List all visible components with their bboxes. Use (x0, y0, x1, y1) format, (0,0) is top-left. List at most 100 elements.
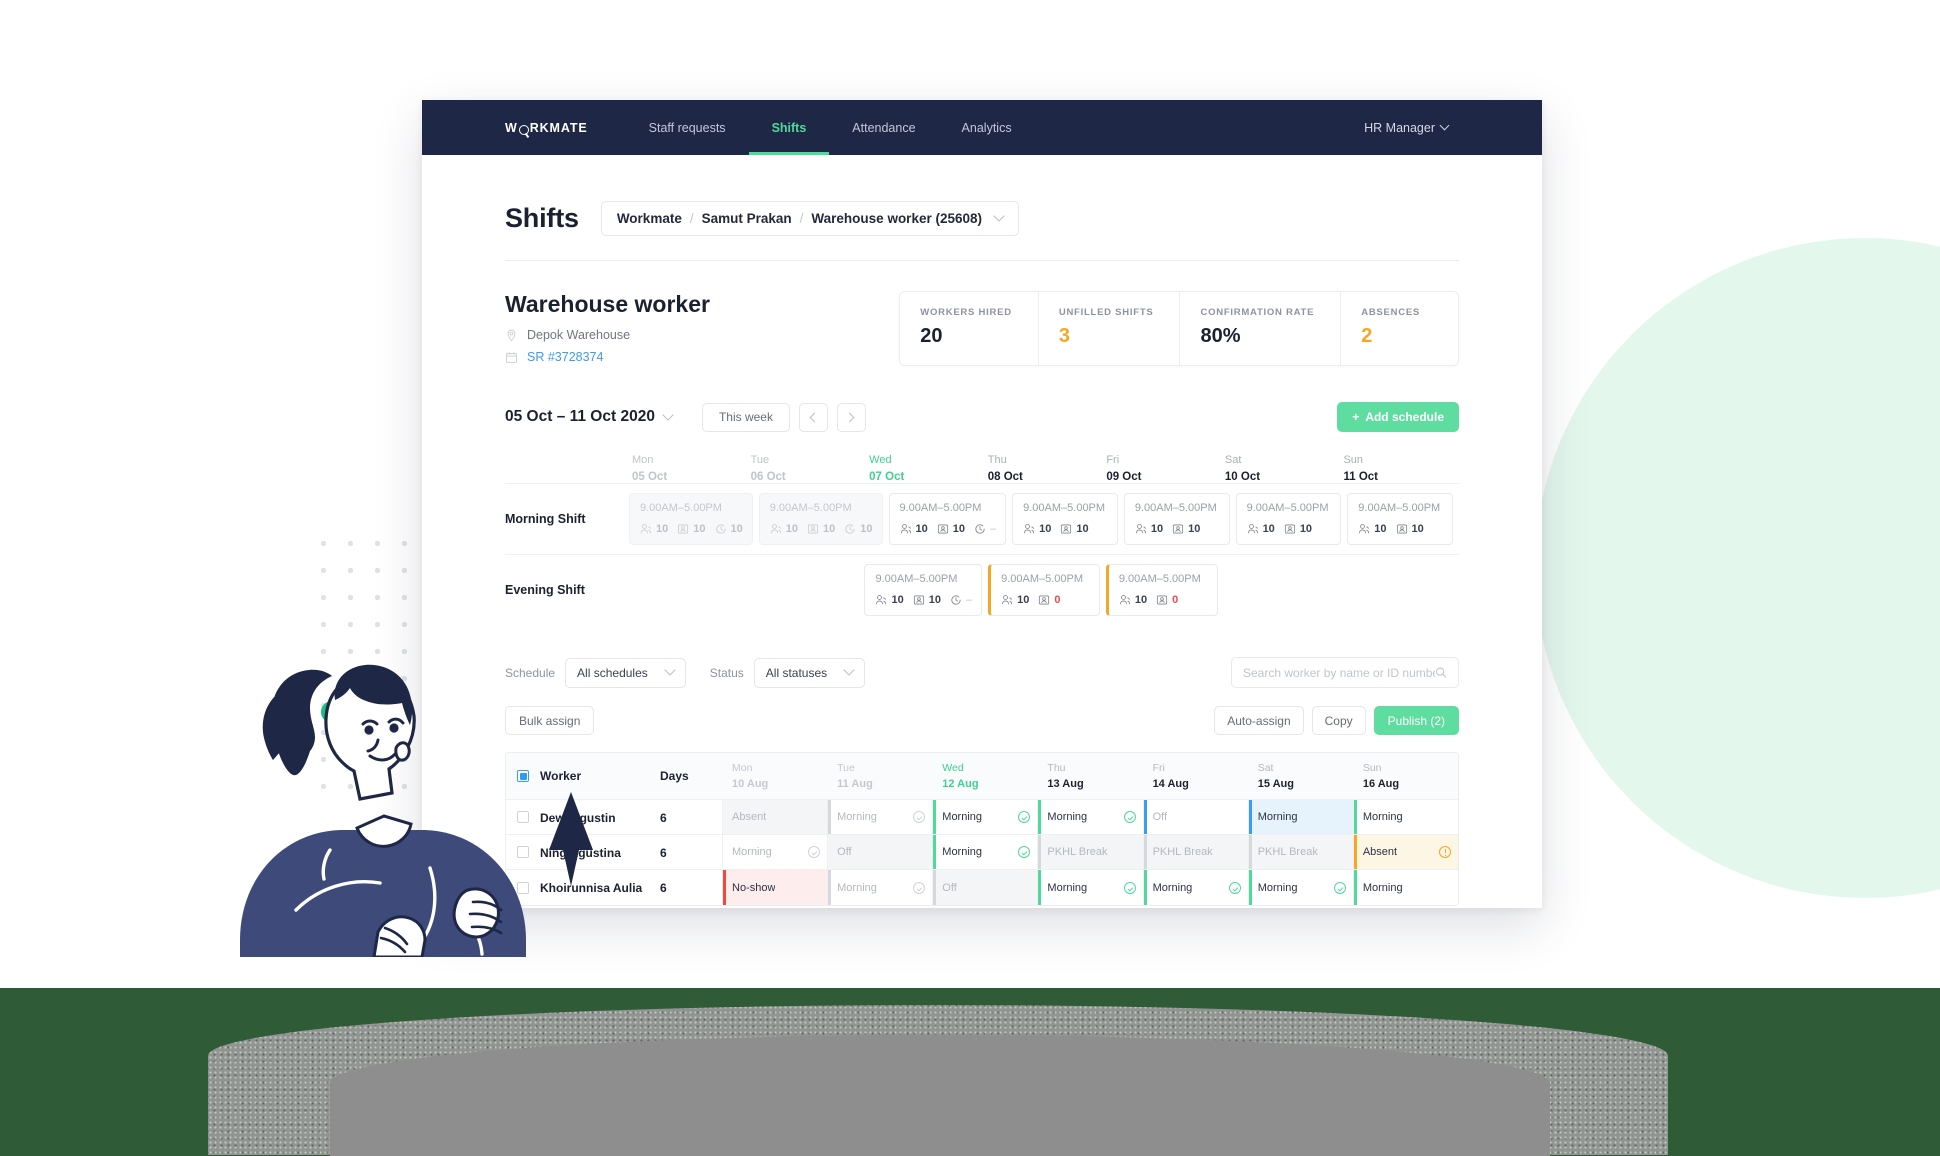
shift-stat-hired: 10 (640, 523, 668, 535)
shift-cell[interactable]: 9.00AM–5.00PM 10 10 – (864, 564, 983, 616)
shift-stat-hired: 10 (875, 594, 904, 606)
sr-number-link[interactable]: SR #3728374 (527, 350, 603, 364)
shift-stats: 10 0 (1001, 594, 1090, 606)
nav-item-staff-requests[interactable]: Staff requests (626, 100, 749, 155)
schedule-cell[interactable]: Absent (722, 800, 828, 834)
user-menu[interactable]: HR Manager (1364, 121, 1450, 135)
shift-cell[interactable]: 9.00AM–5.00PM 10 10 (1347, 493, 1453, 545)
nav-label: Analytics (961, 120, 1012, 135)
schedule-cell[interactable]: Morning (1352, 870, 1458, 905)
table-row[interactable]: Khoirunnisa Aulia 6 No-show Morning Off Morni… (506, 870, 1458, 905)
shift-stats: 10 10 (1023, 523, 1108, 535)
schedule-cell[interactable]: Absent (1352, 835, 1458, 869)
schedule-cell[interactable]: Morning (932, 800, 1038, 834)
workers-icon (1247, 524, 1258, 534)
nav-item-shifts[interactable]: Shifts (748, 100, 830, 155)
schedule-cell[interactable]: PKHL Break (1142, 835, 1248, 869)
auto-assign-button[interactable]: Auto-assign (1214, 706, 1304, 735)
pending-check-icon (808, 846, 821, 858)
job-info-row: Warehouse worker Depok Warehouse SR #372… (505, 291, 1459, 366)
breadcrumb-item-org[interactable]: Workmate (617, 211, 682, 226)
stat-workers-hired: WORKERS HIRED 20 (900, 292, 1039, 365)
shift-stats: 10 10 (1247, 523, 1332, 535)
schedule-cell[interactable]: Morning (722, 835, 828, 869)
nav-item-attendance[interactable]: Attendance (829, 100, 938, 155)
shift-cell-wrapper: 9.00AM–5.00PM 10 10 (1123, 493, 1236, 545)
day-date: 07 Oct (869, 471, 905, 483)
schedule-cell[interactable]: Morning (1352, 800, 1458, 834)
nav-label: Attendance (852, 120, 916, 135)
schedule-cell[interactable]: PKHL Break (1037, 835, 1143, 869)
schedule-cell[interactable]: Morning (932, 835, 1038, 869)
table-row[interactable]: Ning Agustina 6 Morning Off Morning PKHL Brea… (506, 835, 1458, 870)
table-row[interactable]: Dewi Agustin 6 Absent Morning Morning Morning… (506, 800, 1458, 835)
schedule-cell[interactable]: Morning (1037, 800, 1143, 834)
shift-stat-value: 10 (1262, 523, 1275, 535)
worker-table-body: Dewi Agustin 6 Absent Morning Morning Morning… (506, 800, 1458, 905)
schedule-cell-label: Morning (1047, 881, 1088, 894)
shift-cell[interactable]: 9.00AM–5.00PM 10 10 10 (629, 493, 753, 545)
schedule-cell[interactable]: No-show (722, 870, 828, 905)
shift-stat-filled: 0 (1038, 594, 1060, 606)
breadcrumb-item-role[interactable]: Warehouse worker (25608) (811, 211, 982, 226)
top-navigation-bar: W RKMATE Staff requests Shifts Attendance… (422, 100, 1542, 155)
next-week-button[interactable] (836, 402, 866, 432)
stat-value: 2 (1361, 325, 1373, 347)
shift-cell[interactable]: 9.00AM–5.00PM 10 10 10 (758, 493, 883, 545)
schedule-cell[interactable]: Morning (1247, 800, 1353, 834)
schedule-cell[interactable]: Off (827, 835, 933, 869)
workers-icon (640, 524, 652, 534)
workers-icon (876, 595, 887, 605)
shift-time: 9.00AM–5.00PM (1118, 573, 1201, 585)
date-range-label[interactable]: 05 Oct – 11 Oct 2020 (505, 408, 655, 426)
nav-item-analytics[interactable]: Analytics (939, 100, 1035, 155)
schedule-cell[interactable]: Off (1142, 800, 1248, 834)
shift-stat-value: 10 (928, 594, 941, 606)
search-box[interactable] (1231, 657, 1459, 688)
previous-week-button[interactable] (798, 402, 828, 432)
add-schedule-button[interactable]: + Add schedule (1337, 402, 1459, 432)
breadcrumb-item-location[interactable]: Samut Prakan (702, 211, 792, 226)
shift-stat-confirmed: 10 (844, 523, 873, 535)
warning-icon (1438, 846, 1451, 858)
stat-absences: ABSENCES 2 (1341, 292, 1458, 365)
schedule-cell[interactable]: Morning (1142, 870, 1248, 905)
shift-cell[interactable]: 9.00AM–5.00PM 10 10 (1123, 493, 1230, 545)
worker-schedule-table: Worker Days Mon 10 Aug Tue 11 Aug Wed 12… (505, 752, 1459, 906)
shift-stat-value: 10 (730, 523, 743, 535)
shift-time: 9.00AM–5.00PM (1001, 573, 1084, 585)
schedule-cell[interactable]: Morning (827, 800, 933, 834)
breadcrumb[interactable]: Workmate / Samut Prakan / Warehouse work… (600, 201, 1019, 236)
schedule-cell[interactable]: PKHL Break (1247, 835, 1353, 869)
copy-button[interactable]: Copy (1311, 706, 1366, 735)
schedule-cell[interactable]: Off (932, 870, 1038, 905)
shift-stat-hired: 10 (1247, 523, 1275, 535)
day-of-week: Wed (942, 762, 964, 774)
shift-cell[interactable]: 9.00AM–5.00PM 10 10 (1235, 493, 1342, 545)
day-of-week: Sun (1362, 762, 1382, 774)
calendar-day-wed: Wed 07 Oct (866, 454, 985, 483)
schedule-cell-label: Morning (837, 881, 877, 894)
shift-cell[interactable]: 9.00AM–5.00PM 10 10 (1012, 493, 1118, 545)
workmate-logo[interactable]: W RKMATE (505, 100, 588, 155)
shift-cell-wrapper: 9.00AM–5.00PM 10 0 (988, 564, 1106, 616)
calendar-label-spacer (505, 454, 629, 483)
schedule-cell[interactable]: Morning (827, 870, 933, 905)
schedule-cell[interactable]: Morning (1247, 870, 1353, 905)
shift-cell[interactable]: 9.00AM–5.00PM 10 0 (1105, 564, 1218, 616)
mouse-cursor (549, 792, 593, 886)
shift-cell[interactable]: 9.00AM–5.00PM 10 0 (988, 564, 1100, 616)
plus-icon: + (1352, 410, 1360, 424)
shift-cell-empty (1224, 582, 1336, 599)
job-sr[interactable]: SR #3728374 (505, 350, 899, 364)
stat-label: CONFIRMATION RATE (1200, 307, 1315, 318)
chevron-down-icon[interactable] (662, 409, 674, 421)
shift-cell-wrapper: 9.00AM–5.00PM 10 10 – (888, 493, 1013, 545)
publish-button[interactable]: Publish (2) (1373, 706, 1459, 735)
chevron-left-icon (810, 412, 820, 422)
schedule-cell[interactable]: Morning (1037, 870, 1143, 905)
shift-cell[interactable]: 9.00AM–5.00PM 10 10 – (888, 493, 1007, 545)
search-input[interactable] (1243, 665, 1435, 680)
status-filter-select[interactable]: All statuses (753, 657, 866, 688)
this-week-button[interactable]: This week (701, 402, 790, 432)
